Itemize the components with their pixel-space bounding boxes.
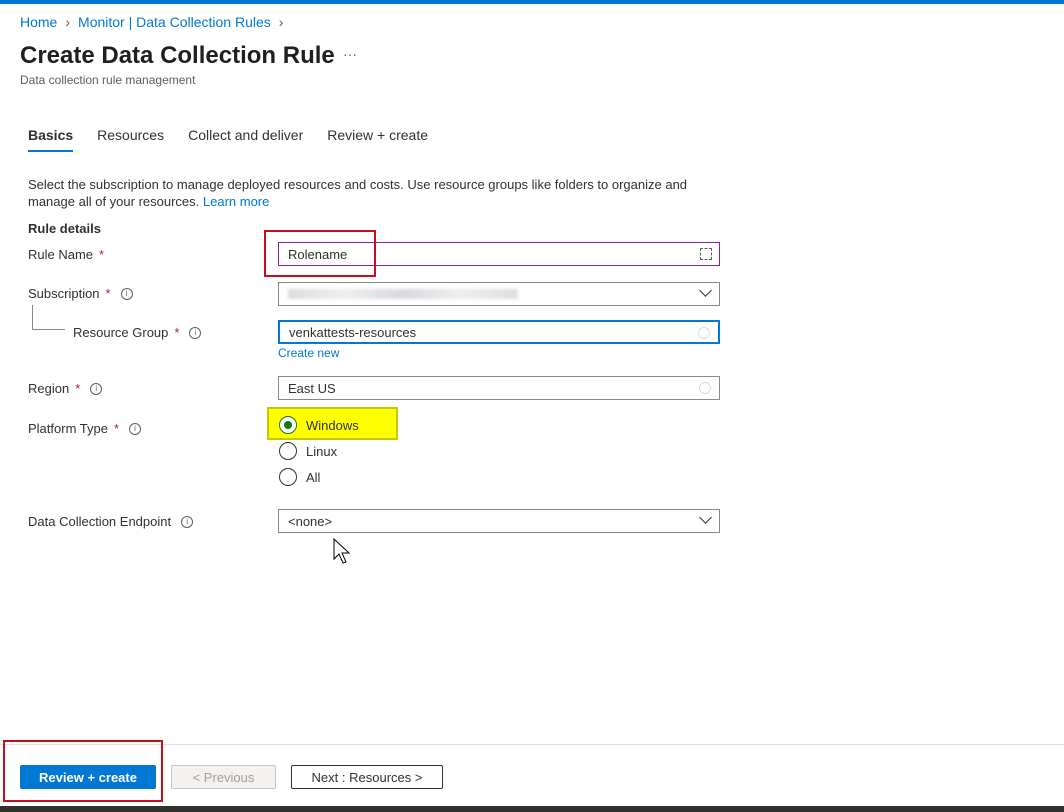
required-marker: *: [105, 286, 111, 301]
radio-label: Linux: [306, 443, 338, 459]
label-text: Data Collection Endpoint: [28, 514, 172, 529]
description: Select the subscription to manage deploy…: [28, 176, 708, 210]
info-icon[interactable]: i: [189, 326, 202, 339]
loading-spinner-icon: [698, 327, 710, 339]
resource-group-label: Resource Group * i: [73, 325, 202, 340]
breadcrumb-home[interactable]: Home: [20, 14, 57, 30]
tab-resources[interactable]: Resources: [97, 127, 164, 152]
radio-all[interactable]: All: [279, 468, 320, 486]
radio-label: Windows: [306, 417, 359, 433]
endpoint-dropdown[interactable]: <none>: [278, 509, 720, 533]
label-text: Platform Type: [28, 421, 108, 436]
radio-unchecked-icon: [279, 468, 297, 486]
learn-more-link[interactable]: Learn more: [203, 194, 269, 209]
tab-bar: Basics Resources Collect and deliver Rev…: [28, 127, 452, 152]
blurred-value: [288, 289, 518, 299]
create-new-link[interactable]: Create new: [278, 346, 339, 360]
input-value: <none>: [288, 513, 333, 529]
rule-name-label: Rule Name *: [28, 247, 104, 262]
resource-group-dropdown[interactable]: venkattests-resources: [278, 320, 720, 344]
page-subtitle: Data collection rule management: [20, 73, 196, 87]
info-icon[interactable]: i: [120, 287, 133, 300]
endpoint-label: Data Collection Endpoint i: [28, 514, 194, 529]
taskbar-edge: [0, 806, 1064, 812]
radio-linux[interactable]: Linux: [279, 442, 337, 460]
annotation-box: [264, 230, 376, 277]
review-create-button[interactable]: Review + create: [20, 765, 156, 789]
tab-basics[interactable]: Basics: [28, 127, 74, 152]
chevron-down-icon: [699, 511, 712, 524]
radio-windows[interactable]: Windows: [279, 416, 359, 434]
top-accent-bar: [0, 0, 1064, 4]
label-text: Rule Name: [28, 247, 94, 262]
required-marker: *: [174, 325, 180, 340]
breadcrumb: Home › Monitor | Data Collection Rules ›: [20, 14, 283, 30]
required-marker: *: [99, 247, 105, 262]
info-icon[interactable]: i: [129, 422, 142, 435]
subscription-dropdown[interactable]: [278, 282, 720, 306]
region-label: Region * i: [28, 381, 103, 396]
page-title: Create Data Collection Rule: [20, 42, 335, 69]
info-icon[interactable]: i: [90, 382, 103, 395]
chevron-right-icon: ›: [278, 14, 284, 30]
label-text: Subscription: [28, 286, 100, 301]
chevron-down-icon: [699, 284, 712, 297]
tab-collect-and-deliver[interactable]: Collect and deliver: [188, 127, 303, 152]
loading-spinner-icon: [699, 382, 711, 394]
info-icon[interactable]: i: [181, 515, 194, 528]
breadcrumb-monitor[interactable]: Monitor | Data Collection Rules: [78, 14, 271, 30]
label-text: Region: [28, 381, 70, 396]
previous-button[interactable]: < Previous: [171, 765, 276, 789]
platform-type-label: Platform Type * i: [28, 421, 142, 436]
mouse-cursor-icon: [333, 538, 351, 564]
required-marker: *: [75, 381, 81, 396]
subscription-label: Subscription * i: [28, 286, 133, 301]
section-title: Rule details: [28, 221, 101, 236]
input-value: venkattests-resources: [289, 324, 417, 340]
radio-unchecked-icon: [279, 442, 297, 460]
next-resources-button[interactable]: Next : Resources >: [291, 765, 443, 789]
required-marker: *: [113, 421, 120, 436]
tab-review-create[interactable]: Review + create: [327, 127, 428, 152]
region-dropdown[interactable]: East US: [278, 376, 720, 400]
autofill-icon: [700, 248, 712, 260]
tree-line: [32, 329, 65, 330]
input-value: East US: [288, 380, 336, 396]
radio-label: All: [306, 469, 321, 485]
tree-line: [32, 305, 33, 329]
chevron-right-icon: ›: [65, 14, 71, 30]
label-text: Resource Group: [73, 325, 169, 340]
description-text: Select the subscription to manage deploy…: [28, 177, 688, 209]
more-options-icon[interactable]: ···: [343, 46, 357, 62]
radio-checked-icon: [279, 416, 297, 434]
